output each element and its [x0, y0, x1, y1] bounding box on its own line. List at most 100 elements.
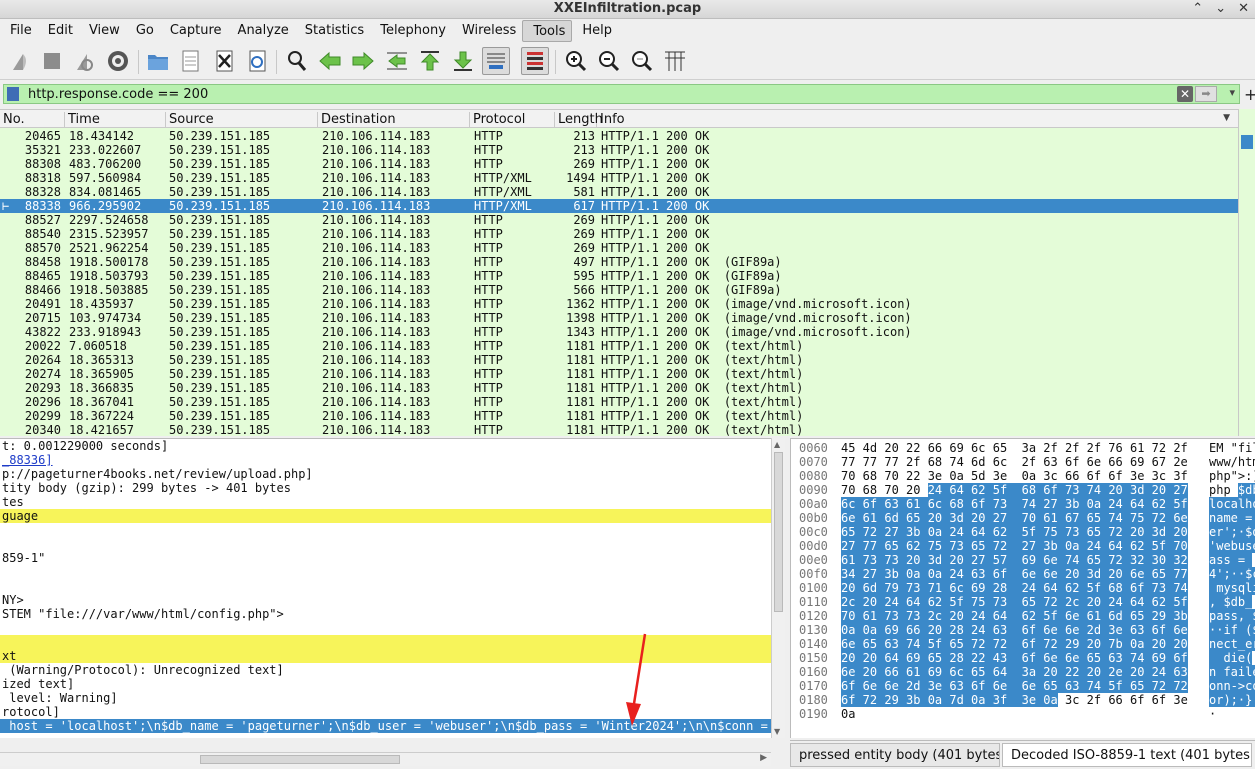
- menu-view[interactable]: View: [79, 20, 126, 42]
- details-hscroll-thumb[interactable]: [200, 755, 400, 764]
- reload-file-icon[interactable]: [243, 47, 271, 75]
- menu-telephony[interactable]: Telephony: [370, 20, 452, 42]
- bookmark-icon[interactable]: [7, 87, 19, 101]
- hex-row[interactable]: 0190 0a ·: [791, 707, 1255, 721]
- hex-row[interactable]: 0060 45 4d 20 22 66 69 6c 65 3a 2f 2f 2f …: [791, 441, 1255, 455]
- detail-line[interactable]: STEM "file:///var/www/html/config.php">: [0, 607, 771, 621]
- column-destination[interactable]: Destination: [318, 112, 470, 128]
- menu-tools[interactable]: Tools: [522, 20, 573, 42]
- hex-row[interactable]: 0140 6e 65 63 74 5f 65 72 72 6f 72 29 20 …: [791, 637, 1255, 651]
- column-source[interactable]: Source: [166, 112, 318, 128]
- column-length[interactable]: Length: [555, 112, 603, 128]
- hex-row[interactable]: 00b0 6e 61 6d 65 20 3d 20 27 70 61 67 65 …: [791, 511, 1255, 525]
- resize-columns-icon[interactable]: [661, 47, 689, 75]
- restart-capture-icon[interactable]: [70, 47, 98, 75]
- file-set-icon[interactable]: [176, 47, 204, 75]
- close-button[interactable]: ✕: [1238, 1, 1249, 16]
- hex-row[interactable]: 00a0 6c 6f 63 61 6c 68 6f 73 74 27 3b 0a …: [791, 497, 1255, 511]
- packet-row[interactable]: ⊢ 88338 966.295902 50.239.151.185 210.106.11…: [0, 199, 1238, 213]
- packet-row[interactable]: 20299 18.367224 50.239.151.185 210.106.114.…: [0, 409, 1238, 423]
- menu-capture[interactable]: Capture: [160, 20, 228, 42]
- open-file-icon[interactable]: [144, 47, 172, 75]
- packet-row[interactable]: 20491 18.435937 50.239.151.185 210.106.114.…: [0, 297, 1238, 311]
- packet-row[interactable]: 20022 7.060518 50.239.151.185 210.106.114.1…: [0, 339, 1238, 353]
- menu-statistics[interactable]: Statistics: [295, 20, 370, 42]
- detail-line[interactable]: [0, 565, 771, 579]
- packet-row[interactable]: 20715 103.974734 50.239.151.185 210.106.114…: [0, 311, 1238, 325]
- go-to-packet-icon[interactable]: [383, 47, 411, 75]
- add-filter-button-icon[interactable]: +: [1244, 85, 1255, 104]
- detail-line[interactable]: 859-1": [0, 551, 771, 565]
- hex-row[interactable]: 00f0 34 27 3b 0a 0a 24 63 6f 6e 6e 20 3d …: [791, 567, 1255, 581]
- detail-line[interactable]: [0, 523, 771, 537]
- column-time[interactable]: Time: [65, 112, 166, 128]
- hex-row[interactable]: 0120 70 61 73 73 2c 20 24 64 62 5f 6e 61 …: [791, 609, 1255, 623]
- close-file-icon[interactable]: [210, 47, 238, 75]
- packet-row[interactable]: 20340 18.421657 50.239.151.185 210.106.114.…: [0, 423, 1238, 436]
- normal-size-icon[interactable]: [628, 47, 656, 75]
- display-filter-input[interactable]: http.response.code == 200: [28, 87, 208, 102]
- zoom-out-icon[interactable]: [595, 47, 623, 75]
- packet-row[interactable]: 20274 18.365905 50.239.151.185 210.106.114.…: [0, 367, 1238, 381]
- detail-line[interactable]: [0, 579, 771, 593]
- find-packet-icon[interactable]: [283, 47, 311, 75]
- detail-line[interactable]: [0, 537, 771, 551]
- hex-row[interactable]: 0110 2c 20 24 64 62 5f 75 73 65 72 2c 20 …: [791, 595, 1255, 609]
- packet-row[interactable]: 20293 18.366835 50.239.151.185 210.106.114.…: [0, 381, 1238, 395]
- packet-row[interactable]: 20296 18.367041 50.239.151.185 210.106.114.…: [0, 395, 1238, 409]
- filter-history-icon[interactable]: ▾: [1229, 86, 1235, 99]
- hex-row[interactable]: 0080 70 68 70 22 3e 0a 5d 3e 0a 3c 66 6f …: [791, 469, 1255, 483]
- details-horizontal-scrollbar[interactable]: ▶: [0, 752, 771, 766]
- column-menu-icon[interactable]: ▼: [1223, 113, 1230, 123]
- packet-row[interactable]: 88318 597.560984 50.239.151.185 210.106.114…: [0, 171, 1238, 185]
- column-protocol[interactable]: Protocol: [470, 112, 555, 128]
- details-scroll-thumb[interactable]: [774, 452, 783, 612]
- packet-row[interactable]: 88540 2315.523957 50.239.151.185 210.106.11…: [0, 227, 1238, 241]
- go-first-packet-icon[interactable]: [416, 47, 444, 75]
- colorize-icon[interactable]: [521, 47, 549, 75]
- packet-row[interactable]: 88465 1918.503793 50.239.151.185 210.106.11…: [0, 269, 1238, 283]
- packet-row[interactable]: 43822 233.918943 50.239.151.185 210.106.114…: [0, 325, 1238, 339]
- menu-help[interactable]: Help: [572, 20, 618, 42]
- hex-row[interactable]: 0170 6f 6e 6e 2d 3e 63 6f 6e 6e 65 63 74 …: [791, 679, 1255, 693]
- hex-row[interactable]: 0180 6f 72 29 3b 0a 7d 0a 3f 3e 0a 3c 2f …: [791, 693, 1255, 707]
- packet-row[interactable]: 20264 18.365313 50.239.151.185 210.106.114.…: [0, 353, 1238, 367]
- packet-row[interactable]: 88308 483.706200 50.239.151.185 210.106.114…: [0, 157, 1238, 171]
- zoom-in-icon[interactable]: [562, 47, 590, 75]
- menu-edit[interactable]: Edit: [38, 20, 79, 42]
- packet-row[interactable]: 88570 2521.962254 50.239.151.185 210.106.11…: [0, 241, 1238, 255]
- start-capture-icon[interactable]: [6, 47, 34, 75]
- go-back-icon[interactable]: [316, 47, 344, 75]
- hex-row[interactable]: 0070 77 77 77 2f 68 74 6d 6c 2f 63 6f 6e …: [791, 455, 1255, 469]
- packet-row[interactable]: 88527 2297.524658 50.239.151.185 210.106.11…: [0, 213, 1238, 227]
- hex-row[interactable]: 0090 70 68 70 20 24 64 62 5f 68 6f 73 74 …: [791, 483, 1255, 497]
- detail-line[interactable]: t: 0.001229000 seconds]: [0, 439, 771, 453]
- menu-analyze[interactable]: Analyze: [228, 20, 295, 42]
- column-info[interactable]: Info: [597, 112, 1238, 128]
- packet-row[interactable]: 20465 18.434142 50.239.151.185 210.106.114.…: [0, 129, 1238, 143]
- go-last-packet-icon[interactable]: [449, 47, 477, 75]
- hex-row[interactable]: 00d0 27 77 65 62 75 73 65 72 27 3b 0a 24 …: [791, 539, 1255, 553]
- minimize-button[interactable]: ⌃: [1192, 1, 1203, 16]
- clear-filter-icon[interactable]: ✕: [1177, 86, 1193, 102]
- details-vertical-scrollbar[interactable]: ▲ ▼: [771, 438, 785, 738]
- detail-line[interactable]: tes: [0, 495, 771, 509]
- detail-line[interactable]: _88336]: [0, 453, 771, 467]
- capture-options-icon[interactable]: [104, 47, 132, 75]
- packet-row[interactable]: 88328 834.081465 50.239.151.185 210.106.114…: [0, 185, 1238, 199]
- tab-decoded-text[interactable]: Decoded ISO-8859-1 text (401 bytes): [1002, 743, 1252, 767]
- column-no[interactable]: No.: [0, 112, 65, 128]
- packet-row[interactable]: 88466 1918.503885 50.239.151.185 210.106.11…: [0, 283, 1238, 297]
- hex-row[interactable]: 0160 6e 20 66 61 69 6c 65 64 3a 20 22 20 …: [791, 665, 1255, 679]
- maximize-button[interactable]: ⌄: [1215, 1, 1226, 16]
- display-filter[interactable]: http.response.code == 200 ✕ ➡ ▾: [3, 84, 1240, 104]
- detail-line[interactable]: p://pageturner4books.net/review/upload.p…: [0, 467, 771, 481]
- tab-compressed-body[interactable]: pressed entity body (401 bytes): [790, 743, 1000, 767]
- packet-row[interactable]: 35321 233.022607 50.239.151.185 210.106.114…: [0, 143, 1238, 157]
- detail-line[interactable]: guage: [0, 509, 771, 523]
- packet-list-scrollbar[interactable]: [1238, 109, 1255, 436]
- hex-row[interactable]: 0100 20 6d 79 73 71 6c 69 28 24 64 62 5f …: [791, 581, 1255, 595]
- detail-line[interactable]: tity body (gzip): 299 bytes -> 401 bytes: [0, 481, 771, 495]
- packet-list-scroll-thumb[interactable]: [1241, 135, 1253, 149]
- detail-line[interactable]: NY>: [0, 593, 771, 607]
